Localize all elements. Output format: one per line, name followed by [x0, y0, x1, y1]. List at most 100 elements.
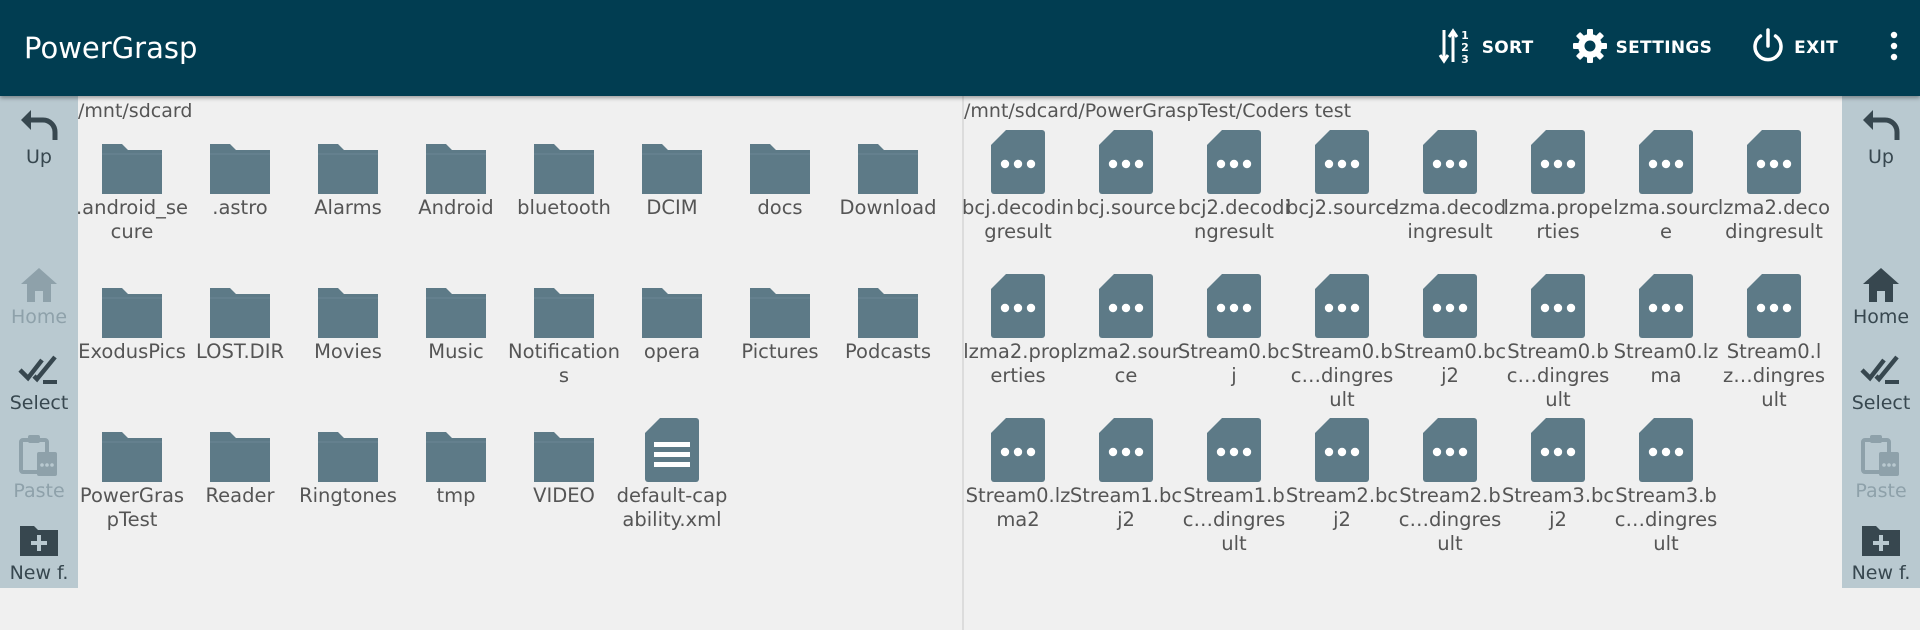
up-button-left[interactable]: Up: [0, 104, 78, 168]
file-item[interactable]: bcj2.source: [1286, 122, 1398, 266]
folder-item[interactable]: .astro: [186, 122, 294, 266]
exit-button[interactable]: EXIT: [1748, 26, 1838, 70]
item-name: tmp: [436, 484, 476, 507]
item-name: Stream0.bcj2: [1393, 340, 1507, 387]
item-name: lzma2.properties: [963, 340, 1073, 387]
folder-item[interactable]: opera: [618, 266, 726, 410]
select-button-left[interactable]: Select: [0, 350, 78, 414]
item-name: Movies: [314, 340, 382, 363]
folder-item[interactable]: ExodusPics: [78, 266, 186, 410]
file-item[interactable]: bcj.decodingresult: [962, 122, 1074, 266]
folder-item[interactable]: VIDEO: [510, 410, 618, 554]
file-item[interactable]: lzma.decodingresult: [1394, 122, 1506, 266]
file-icon: [1612, 268, 1720, 340]
folder-item[interactable]: Podcasts: [834, 266, 942, 410]
file-item[interactable]: Stream0.bc…dingresult: [1288, 266, 1396, 411]
file-item[interactable]: Stream1.bc…dingresult: [1180, 410, 1288, 555]
file-item[interactable]: lzma2.properties: [963, 266, 1073, 410]
folder-item[interactable]: Android: [402, 122, 510, 266]
folder-item[interactable]: Reader: [186, 410, 294, 554]
file-item[interactable]: Stream0.lzma2: [964, 410, 1072, 554]
folder-item[interactable]: Movies: [294, 266, 402, 410]
select-button-right[interactable]: Select: [1842, 350, 1920, 414]
toolbar-actions: 1 2 3 SORT SETTINGS EXIT: [1436, 0, 1920, 96]
folder-item[interactable]: .android_secure: [76, 122, 188, 266]
file-item[interactable]: Stream3.bcj2: [1502, 410, 1614, 554]
folder-item[interactable]: Ringtones: [294, 410, 402, 554]
home-label: Home: [1852, 306, 1910, 328]
file-item[interactable]: Stream0.bcj2: [1393, 266, 1507, 410]
file-item[interactable]: lzma.source: [1612, 122, 1720, 266]
file-item[interactable]: lzma2.source: [1072, 266, 1180, 410]
item-name: Stream0.lz…dingresult: [1722, 340, 1825, 411]
folder-icon: [294, 412, 402, 484]
right-file-pane: /mnt/sdcard/PowerGraspTest/Coders test b…: [962, 96, 1842, 630]
file-item[interactable]: bcj2.decodingresult: [1178, 122, 1290, 266]
file-item[interactable]: bcj.source: [1072, 122, 1180, 266]
item-name: bcj2.decodingresult: [1178, 196, 1290, 243]
folder-item[interactable]: LOST.DIR: [186, 266, 294, 410]
file-item[interactable]: default-capability.xml: [617, 410, 727, 554]
folder-item[interactable]: DCIM: [618, 122, 726, 266]
folder-item[interactable]: Alarms: [294, 122, 402, 266]
file-item[interactable]: Stream0.bc…dingresult: [1504, 266, 1612, 411]
left-file-pane: /mnt/sdcard .android_secure .astro Alarms A…: [76, 96, 962, 630]
folder-item[interactable]: PowerGraspTest: [78, 410, 186, 554]
folder-item[interactable]: Pictures: [726, 266, 834, 410]
file-icon: [1180, 412, 1288, 484]
sort-button[interactable]: 1 2 3 SORT: [1436, 26, 1534, 70]
file-item[interactable]: Stream2.bc…dingresult: [1396, 410, 1504, 555]
item-name: bluetooth: [517, 196, 611, 219]
file-item[interactable]: Stream1.bcj2: [1069, 410, 1183, 554]
folder-icon: [186, 412, 294, 484]
folder-icon: [78, 268, 186, 340]
item-name: opera: [643, 340, 701, 363]
folder-item[interactable]: tmp: [402, 410, 510, 554]
new-folder-button-left[interactable]: New f.: [0, 520, 78, 584]
folder-icon: [186, 268, 294, 340]
file-icon: [1504, 124, 1612, 196]
new-folder-label: New f.: [9, 562, 69, 584]
file-item[interactable]: Stream0.lz…dingresult: [1720, 266, 1828, 411]
folder-item[interactable]: Music: [402, 266, 510, 410]
item-name: Stream1.bcj2: [1069, 484, 1183, 531]
item-name: .astro: [212, 196, 268, 219]
folder-item[interactable]: bluetooth: [510, 122, 618, 266]
folder-icon: [78, 124, 186, 196]
file-icon: [1180, 268, 1288, 340]
file-item[interactable]: Stream2.bcj2: [1285, 410, 1399, 554]
folder-icon: [186, 124, 294, 196]
select-label: Select: [1851, 392, 1911, 414]
paste-label: Paste: [1855, 480, 1907, 502]
file-item[interactable]: lzma.properties: [1503, 122, 1613, 266]
folder-item[interactable]: Notifications: [508, 266, 620, 410]
file-icon: [1504, 268, 1612, 340]
paste-button-right[interactable]: Paste: [1842, 432, 1920, 502]
file-icon: [1720, 124, 1828, 196]
settings-button[interactable]: SETTINGS: [1570, 26, 1713, 70]
folder-item[interactable]: Download: [834, 122, 942, 266]
file-item[interactable]: Stream0.lzma: [1612, 266, 1720, 410]
new-folder-button-right[interactable]: New f.: [1842, 520, 1920, 584]
item-name: bcj2.source: [1286, 196, 1398, 219]
item-name: Stream0.bc…dingresult: [1290, 340, 1394, 411]
home-icon: [21, 268, 57, 302]
file-icon: [964, 412, 1072, 484]
file-item[interactable]: lzma2.decodingresult: [1718, 122, 1830, 266]
paste-button-left[interactable]: Paste: [0, 432, 78, 502]
file-icon: [1720, 268, 1828, 340]
home-button-right[interactable]: Home: [1842, 264, 1920, 328]
item-name: Stream0.bcj: [1177, 340, 1291, 387]
item-name: Stream2.bcj2: [1285, 484, 1399, 531]
home-button-left[interactable]: Home: [0, 264, 78, 328]
up-button-right[interactable]: Up: [1842, 104, 1920, 168]
file-item[interactable]: Stream0.bcj: [1177, 266, 1291, 410]
overflow-menu-button[interactable]: [1874, 0, 1914, 96]
settings-label: SETTINGS: [1615, 38, 1713, 58]
folder-icon: [726, 124, 834, 196]
folder-icon: [78, 412, 186, 484]
folder-icon: [834, 124, 942, 196]
folder-item[interactable]: docs: [726, 122, 834, 266]
file-item[interactable]: Stream3.bc…dingresult: [1612, 410, 1720, 555]
file-icon: [1612, 124, 1720, 196]
